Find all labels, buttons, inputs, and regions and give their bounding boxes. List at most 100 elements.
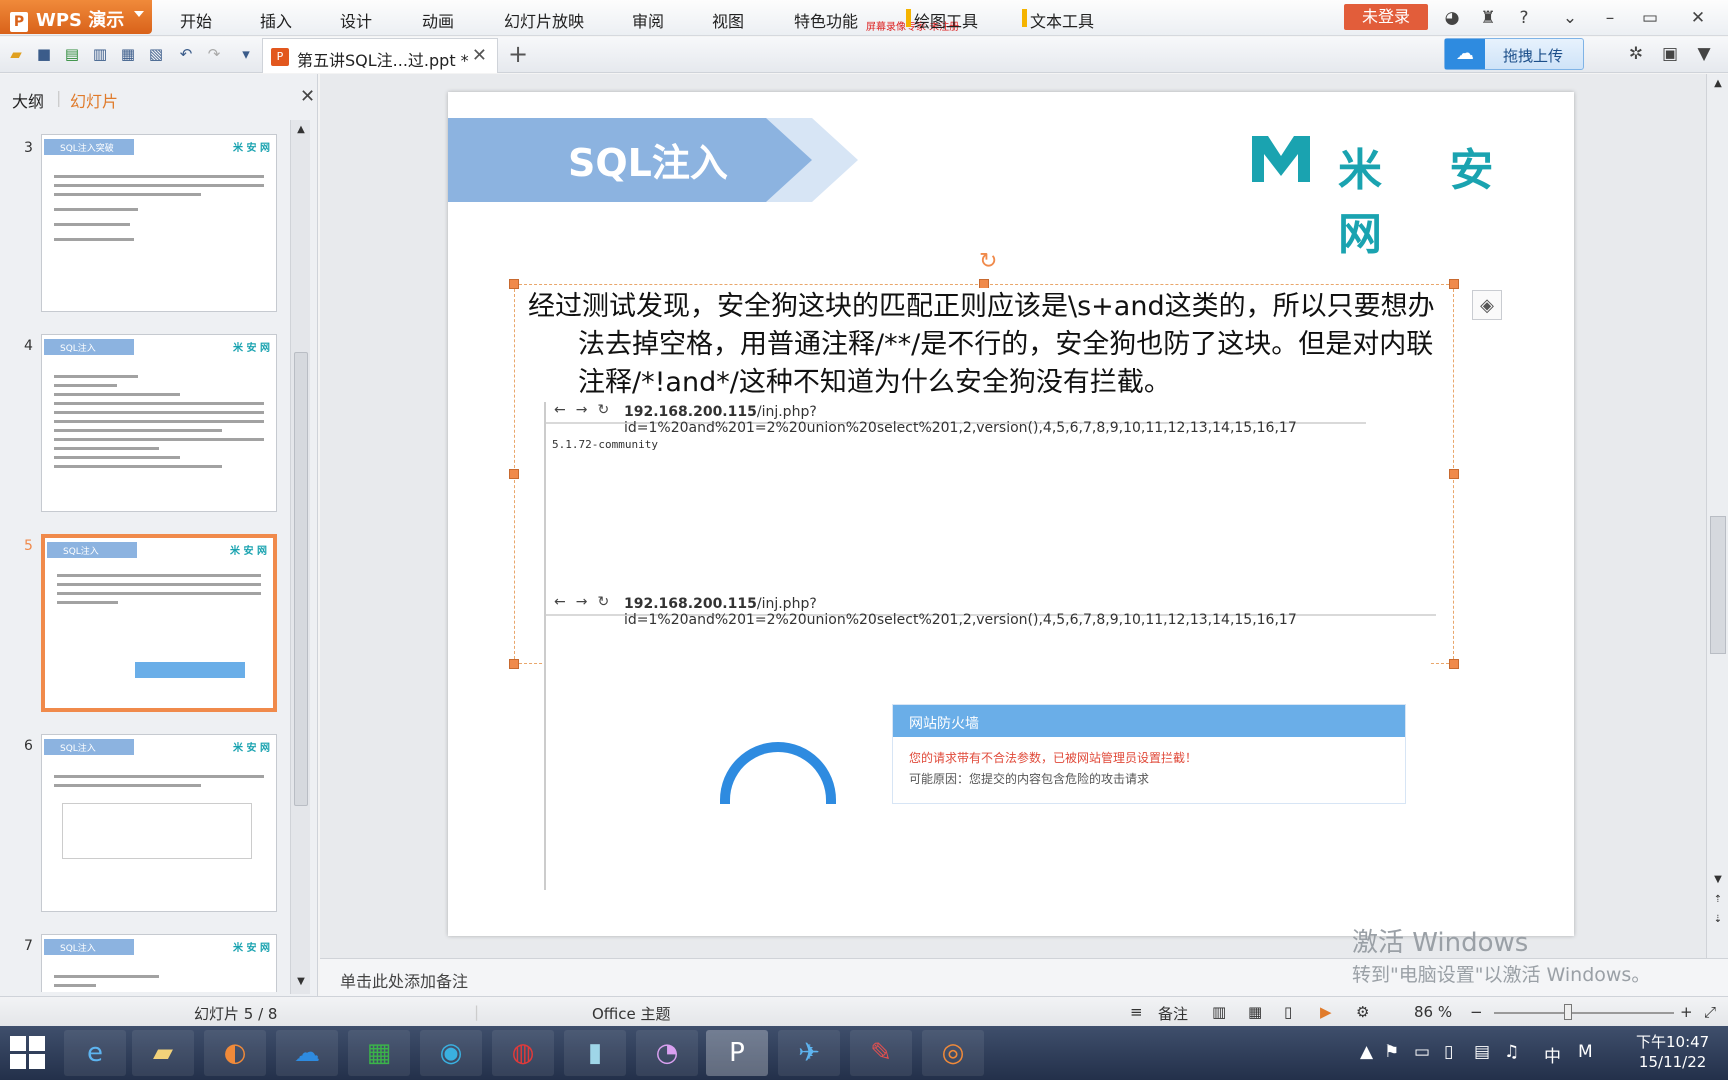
menu-features[interactable]: 特色功能 <box>794 8 858 32</box>
notes-app-icon[interactable]: ▮ <box>564 1030 626 1076</box>
battery-icon[interactable]: ▭ <box>1414 1042 1430 1062</box>
menu-animation[interactable]: 动画 <box>422 8 454 32</box>
tab-outline[interactable]: 大纲 <box>12 88 44 112</box>
tab-slides[interactable]: 幻灯片 <box>70 88 118 112</box>
menu-design[interactable]: 设计 <box>340 8 372 32</box>
tools-icon[interactable]: ✲ <box>1626 44 1646 64</box>
scroll-thumb[interactable] <box>294 352 308 806</box>
ie-icon[interactable]: e <box>64 1030 126 1076</box>
menu-review[interactable]: 审阅 <box>632 8 664 32</box>
chevron-down-icon[interactable]: ▾ <box>236 44 256 64</box>
menu-drawing-tools[interactable]: 绘图工具 <box>914 8 978 32</box>
close-tab-icon[interactable]: ✕ <box>472 45 487 66</box>
slide-thumbnail-6[interactable]: SQL注入 米 安 网 <box>41 734 277 912</box>
login-button[interactable]: 未登录 <box>1344 4 1428 30</box>
device-icon[interactable]: ▯ <box>1444 1042 1453 1062</box>
slide-thumbnail-5[interactable]: SQL注入 米 安 网 <box>41 534 277 712</box>
clock[interactable]: 下午10:47 15/11/22 <box>1636 1032 1709 1072</box>
close-panel-icon[interactable]: ✕ <box>300 86 315 107</box>
resize-handle[interactable] <box>1449 469 1459 479</box>
menu-text-tools[interactable]: 文本工具 <box>1030 8 1094 32</box>
slide-thumbnail-4[interactable]: SQL注入 米 安 网 <box>41 334 277 512</box>
notes-icon[interactable]: ≡ <box>1130 1003 1143 1021</box>
export-pdf-icon[interactable]: ▤ <box>62 44 82 64</box>
resize-handle[interactable] <box>509 469 519 479</box>
reading-view-icon[interactable]: ▯ <box>1284 1003 1292 1021</box>
save-icon[interactable]: ■ <box>34 44 54 64</box>
slide-thumbnail-7[interactable]: SQL注入 米 安 网 <box>41 934 277 992</box>
zoom-slider[interactable] <box>1494 1012 1674 1014</box>
panel-scrollbar[interactable]: ▲ ▼ <box>290 120 310 994</box>
print-preview-icon[interactable]: ▦ <box>118 44 138 64</box>
help-icon[interactable]: ? <box>1514 8 1534 28</box>
open-icon[interactable]: ▰ <box>6 44 26 64</box>
layers-icon[interactable]: ◈ <box>1472 290 1502 320</box>
normal-view-icon[interactable]: ▥ <box>1212 1003 1226 1021</box>
weibo-icon[interactable]: ◍ <box>492 1030 554 1076</box>
firefox-icon[interactable]: ◎ <box>922 1030 984 1076</box>
preview-icon[interactable]: ▧ <box>146 44 166 64</box>
settings-icon[interactable]: ⚙ <box>1356 1003 1369 1021</box>
fit-window-icon[interactable]: ⤢ <box>1704 1003 1716 1021</box>
upload-button[interactable]: ☁ 拖拽上传 <box>1444 38 1584 70</box>
zoom-in-icon[interactable]: + <box>1680 1003 1693 1021</box>
scroll-down-icon[interactable]: ▼ <box>294 976 308 990</box>
shirt-icon[interactable]: ♜ <box>1478 8 1498 28</box>
app-icon[interactable]: ◐ <box>204 1030 266 1076</box>
skin-icon[interactable]: ◕ <box>1442 8 1462 28</box>
window-icon[interactable]: ▣ <box>1660 44 1680 64</box>
zoom-slider-knob[interactable] <box>1564 1004 1572 1020</box>
canvas-scrollbar[interactable]: ▲ ▼ ⇡ ⇣ <box>1706 74 1728 958</box>
resize-handle[interactable] <box>1449 279 1459 289</box>
redo-icon[interactable]: ↷ <box>204 44 224 64</box>
resize-handle[interactable] <box>1449 659 1459 669</box>
zoom-level[interactable]: 86 % <box>1414 1003 1452 1021</box>
recorder-icon[interactable]: ◔ <box>636 1030 698 1076</box>
menu-view[interactable]: 视图 <box>712 8 744 32</box>
menu-slideshow[interactable]: 幻灯片放映 <box>504 8 584 32</box>
prev-slide-icon[interactable]: ⇡ <box>1711 894 1725 908</box>
restore-icon[interactable]: ▭ <box>1640 8 1660 28</box>
feedback-icon[interactable]: ✈ <box>778 1030 840 1076</box>
app-menu-button[interactable]: P WPS 演示 <box>0 0 152 34</box>
collapse-icon[interactable]: ▼ <box>1694 44 1714 64</box>
next-slide-icon[interactable]: ⇣ <box>1711 914 1725 928</box>
resize-handle[interactable] <box>509 279 519 289</box>
slideshow-icon[interactable]: ▶ <box>1320 1003 1332 1021</box>
zoom-out-icon[interactable]: − <box>1470 1003 1483 1021</box>
cloud-app-icon[interactable]: ☁ <box>276 1030 338 1076</box>
ime-mode-indicator[interactable]: M <box>1578 1042 1593 1062</box>
scroll-thumb[interactable] <box>1710 516 1726 654</box>
network-icon[interactable]: ▤ <box>1474 1042 1490 1062</box>
slide-body-text[interactable]: 经过测试发现，安全狗这块的匹配正则应该是\s+and这类的，所以只要想办法去掉空… <box>528 288 1448 402</box>
undo-icon[interactable]: ↶ <box>176 44 196 64</box>
slide-sorter-icon[interactable]: ▦ <box>1248 1003 1262 1021</box>
ime-indicator[interactable]: 中 <box>1544 1042 1561 1067</box>
explorer-icon[interactable]: ▰ <box>132 1030 194 1076</box>
show-hidden-icons[interactable]: ▲ <box>1360 1042 1373 1062</box>
resize-handle[interactable] <box>509 659 519 669</box>
menu-start[interactable]: 开始 <box>180 8 212 32</box>
tool-app-icon[interactable]: ✎ <box>850 1030 912 1076</box>
qq-icon[interactable]: ◉ <box>420 1030 482 1076</box>
close-icon[interactable]: ✕ <box>1688 8 1708 28</box>
store-icon[interactable]: ▦ <box>348 1030 410 1076</box>
minimize-icon[interactable]: – <box>1600 8 1620 28</box>
document-tab[interactable]: P 第五讲SQL注...过.ppt * ✕ <box>262 38 498 73</box>
status-bar: 幻灯片 5 / 8 | Office 主题 ≡ 备注 ▥ ▦ ▯ ▶ ⚙ 86 … <box>0 996 1728 1026</box>
address-bar: ←→↻ 192.168.200.115/inj.php?id=1%20and%2… <box>546 592 1436 628</box>
scroll-up-icon[interactable]: ▲ <box>294 124 308 138</box>
notes-toggle[interactable]: 备注 <box>1158 1003 1188 1024</box>
scroll-down-icon[interactable]: ▼ <box>1711 874 1725 888</box>
chevron-down-icon[interactable]: ⌄ <box>1560 8 1580 28</box>
slide-thumbnail-3[interactable]: SQL注入突破 米 安 网 <box>41 134 277 312</box>
menu-insert[interactable]: 插入 <box>260 8 292 32</box>
start-button[interactable] <box>10 1036 50 1072</box>
rotate-handle-icon[interactable]: ↻ <box>979 249 997 274</box>
new-tab-icon[interactable]: + <box>508 40 528 68</box>
flag-icon[interactable]: ⚑ <box>1384 1042 1399 1062</box>
wps-presentation-icon[interactable]: P <box>706 1030 768 1076</box>
volume-icon[interactable]: ♫ <box>1504 1042 1519 1062</box>
scroll-up-icon[interactable]: ▲ <box>1711 78 1725 92</box>
print-icon[interactable]: ▥ <box>90 44 110 64</box>
